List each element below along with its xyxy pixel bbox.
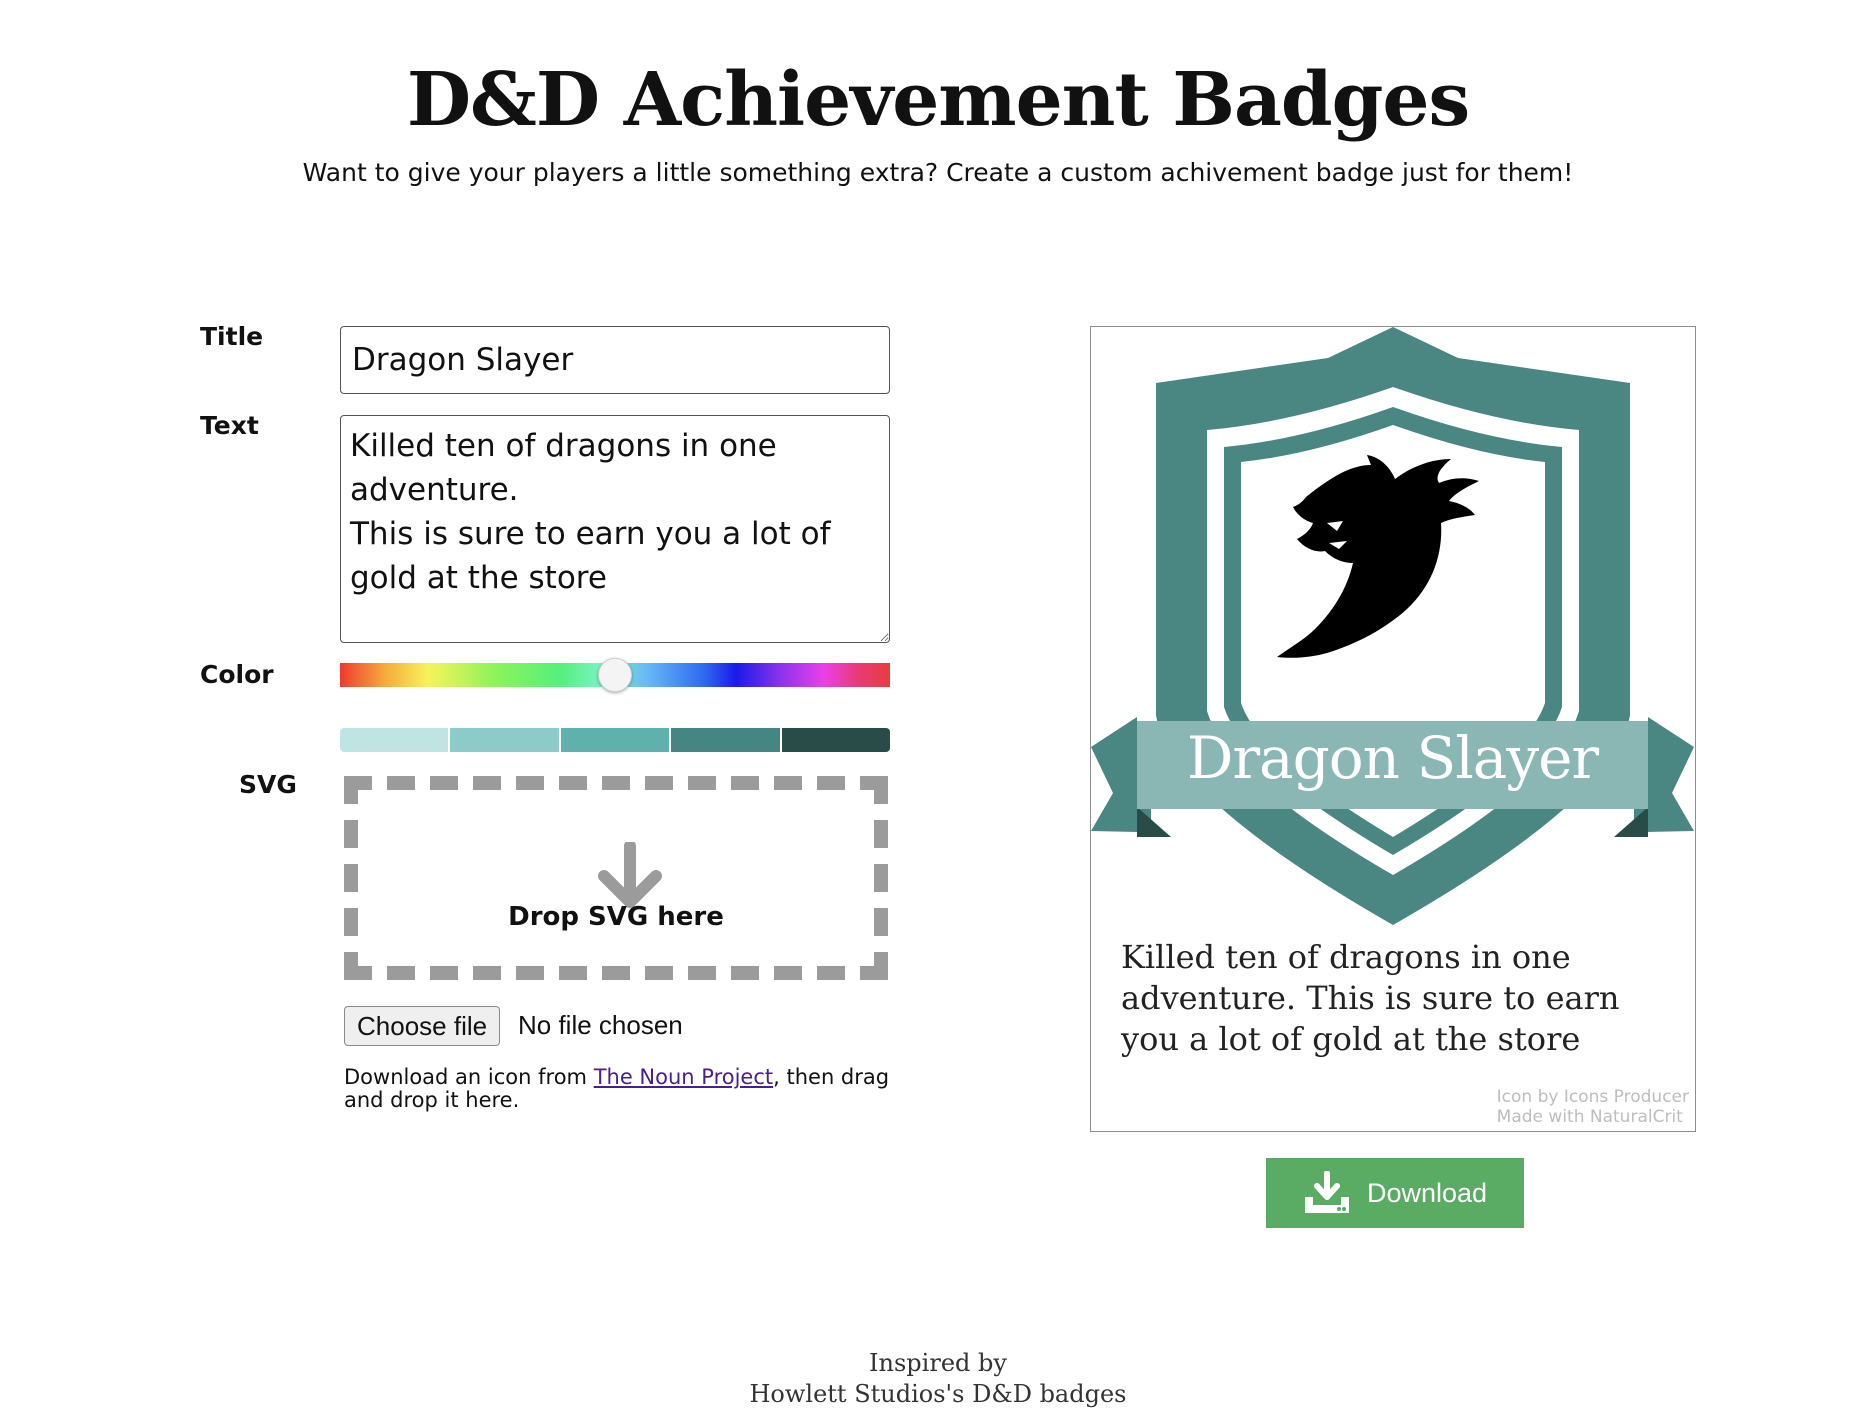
title-label: Title [200, 322, 264, 351]
badge-credit-line1: Icon by Icons Producer [1496, 1087, 1689, 1107]
svg-dropzone[interactable]: Drop SVG here [344, 776, 888, 980]
banner-fold-left [1137, 807, 1171, 837]
text-label: Text [200, 411, 259, 440]
color-label: Color [200, 660, 274, 689]
download-icon [1304, 1171, 1349, 1213]
footer: Inspired by Howlett Studios's D&D badges [0, 1348, 1876, 1410]
badge-credit-line2: Made with NaturalCrit [1496, 1107, 1683, 1127]
page-title: D&D Achievement Badges [406, 57, 1470, 143]
download-button[interactable]: Download [1266, 1158, 1524, 1228]
noun-project-link[interactable]: The Noun Project [594, 1065, 773, 1089]
color-swatches [340, 728, 890, 752]
badge-title: Dragon Slayer [1186, 724, 1599, 792]
arrow-down-icon [598, 842, 662, 908]
color-swatch[interactable] [781, 728, 890, 752]
color-swatch[interactable] [340, 728, 451, 752]
badge-graphic [1091, 327, 1694, 925]
badge-text: Killed ten of dragons in one adventure. … [1121, 938, 1620, 1058]
help-text: Download an icon from The Noun Project, … [344, 1066, 904, 1112]
badge-preview: Dragon Slayer Killed ten of dragons in o… [1090, 326, 1696, 1132]
text-input[interactable]: Killed ten of dragons in one adventure. … [340, 415, 890, 643]
file-status: No file chosen [518, 1010, 683, 1040]
help-text-prefix: Download an icon from [344, 1065, 594, 1089]
drop-svg-text: Drop SVG here [508, 902, 724, 932]
color-swatch[interactable] [450, 728, 561, 752]
footer-line1: Inspired by [869, 1349, 1007, 1377]
svg-label: SVG [239, 770, 297, 799]
download-label: Download [1366, 1177, 1488, 1208]
color-swatch[interactable] [671, 728, 782, 752]
color-swatch[interactable] [560, 728, 672, 752]
hue-slider-thumb[interactable] [598, 658, 632, 692]
banner-fold-right [1614, 807, 1648, 837]
title-input[interactable] [340, 326, 890, 394]
choose-file-button[interactable]: Choose file [344, 1006, 501, 1046]
badge-credit: Icon by Icons Producer Made with Natural… [1497, 1087, 1689, 1127]
page-subtitle: Want to give your players a little somet… [302, 158, 1574, 187]
footer-line2: Howlett Studios's D&D badges [749, 1380, 1127, 1408]
